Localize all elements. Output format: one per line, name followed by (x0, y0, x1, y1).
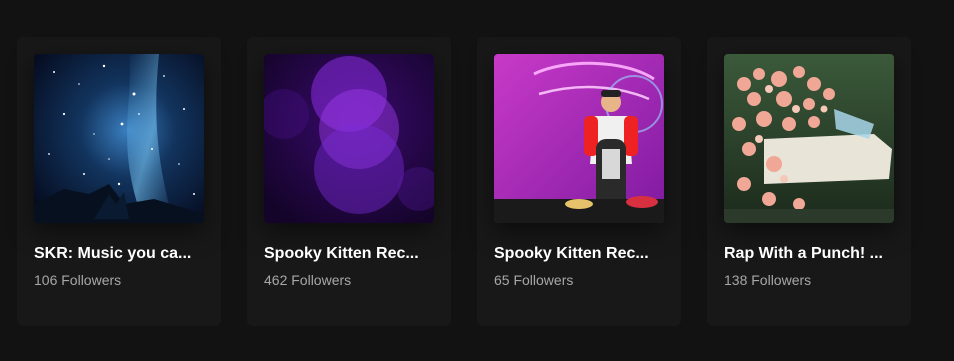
playlist-title: Spooky Kitten Rec... (264, 245, 419, 262)
playlist-cover-image (494, 54, 664, 223)
playlist-title: Spooky Kitten Rec... (494, 245, 649, 262)
playlist-followers: 65 Followers (494, 272, 574, 288)
playlist-card[interactable]: Spooky Kitten Rec... 462 Followers (247, 37, 451, 326)
playlist-card[interactable]: Spooky Kitten Rec... 65 Followers (477, 37, 681, 326)
playlist-title: Rap With a Punch! ... (724, 245, 883, 262)
playlist-followers: 106 Followers (34, 272, 122, 288)
playlist-cover-image (264, 54, 434, 223)
playlist-cover-image (724, 54, 894, 223)
playlist-card[interactable]: Rap With a Punch! ... 138 Followers (707, 37, 911, 326)
playlist-cover-image (34, 54, 204, 223)
playlist-title: SKR: Music you ca... (34, 245, 192, 262)
playlist-followers: 138 Followers (724, 272, 812, 288)
playlist-followers: 462 Followers (264, 272, 352, 288)
playlist-card[interactable]: SKR: Music you ca... 106 Followers (17, 37, 221, 326)
